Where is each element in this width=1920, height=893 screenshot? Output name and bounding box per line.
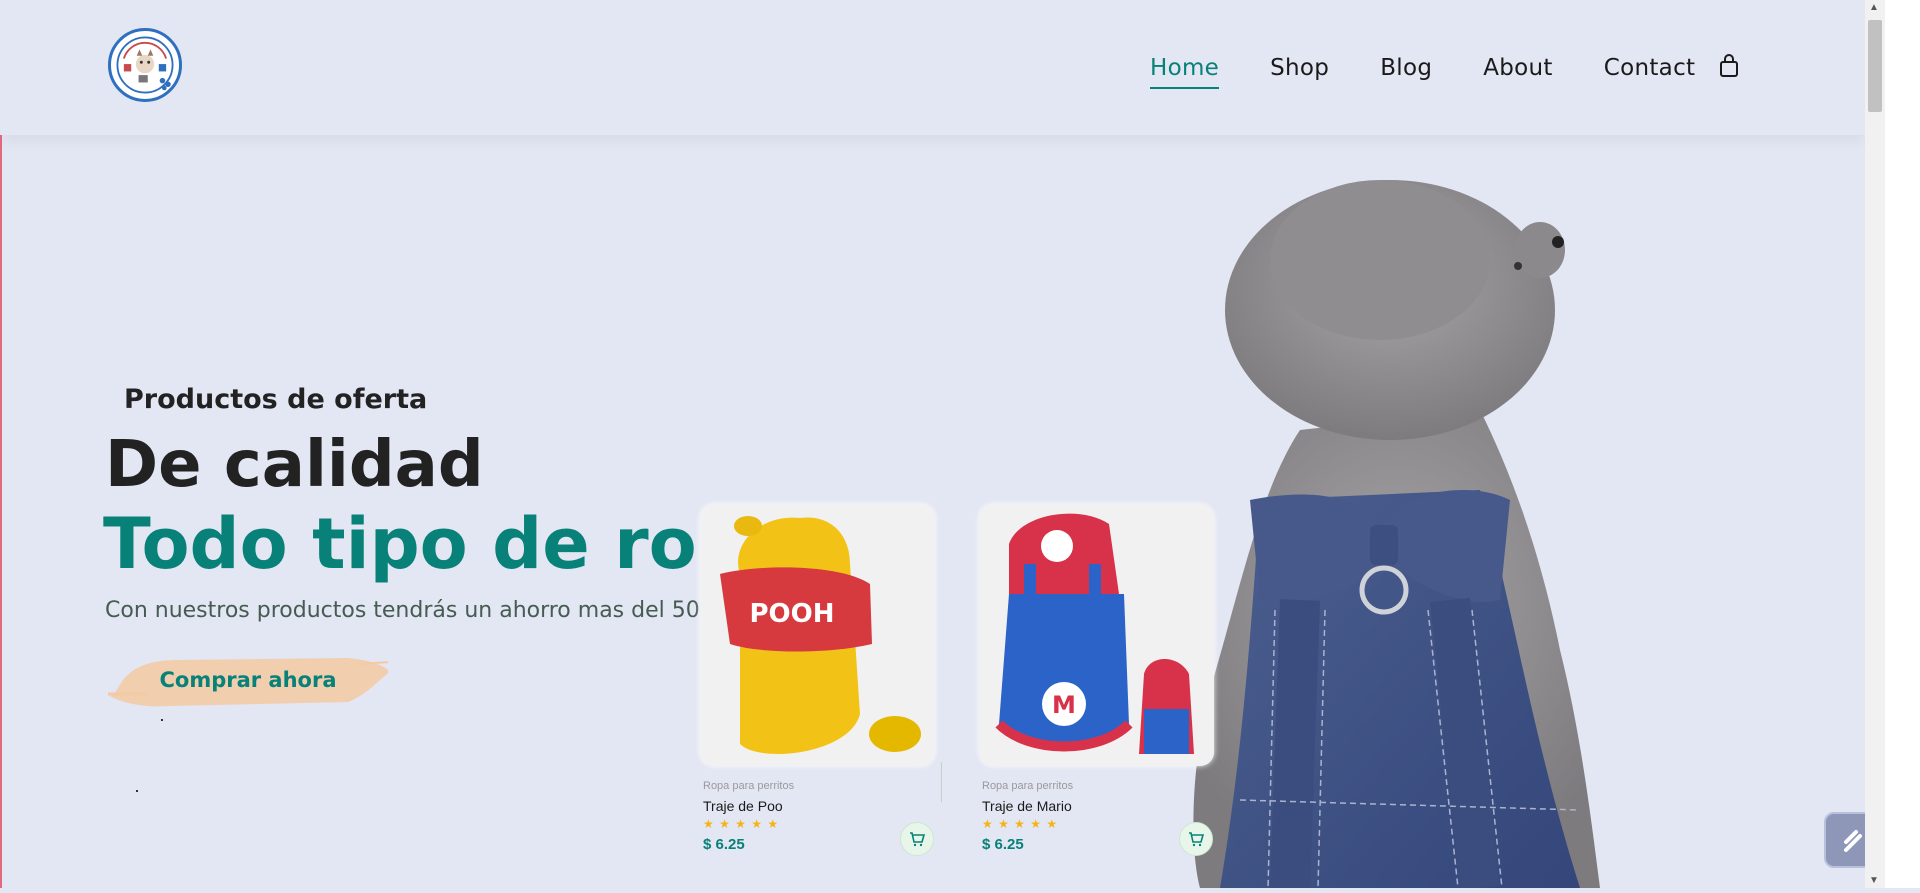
product-image-text: POOH <box>749 599 834 629</box>
hero-subtitle: Productos de oferta <box>124 384 428 415</box>
decor-dot <box>136 790 138 792</box>
add-to-cart-button[interactable] <box>1179 822 1213 856</box>
card-divider <box>941 762 942 802</box>
bolt-icon <box>1844 830 1862 852</box>
product-brand: Ropa para perritos <box>703 780 795 792</box>
site-header: Home Shop Blog About Contact <box>0 0 1865 135</box>
product-price: $ 6.25 <box>703 836 745 853</box>
decor-dot <box>161 719 163 721</box>
hero-title: De calidad <box>105 428 484 502</box>
product-card[interactable]: POOH Ropa para perritos Traje de Poo ★ ★… <box>696 500 946 888</box>
add-to-cart-button[interactable] <box>900 822 934 856</box>
nav-link-blog[interactable]: Blog <box>1380 55 1432 81</box>
nav-link-contact[interactable]: Contact <box>1604 55 1696 81</box>
product-name: Traje de Poo <box>703 798 783 814</box>
shopping-bag-icon[interactable] <box>1718 54 1740 78</box>
shop-now-button[interactable]: Comprar ahora <box>108 650 388 710</box>
scroll-thumb[interactable] <box>1868 20 1882 112</box>
shop-now-label: Comprar ahora <box>159 668 337 692</box>
product-brand: Ropa para perritos <box>982 780 1074 792</box>
nav-link-shop[interactable]: Shop <box>1270 55 1329 81</box>
hero-dog-image <box>1180 170 1630 891</box>
product-image-text: M <box>1052 691 1076 719</box>
star-rating-icon: ★ ★ ★ ★ ★ <box>703 817 780 831</box>
product-name: Traje de Mario <box>982 798 1072 814</box>
logo-emblem-icon <box>116 36 174 94</box>
hero-description: Con nuestros productos tendrás un ahorro… <box>105 598 721 623</box>
page-scrollbar[interactable]: ▲ ▼ <box>1865 0 1885 888</box>
product-image[interactable]: M <box>979 504 1214 766</box>
main-nav: Home Shop Blog About Contact <box>1150 50 1746 89</box>
scroll-up-icon[interactable]: ▲ <box>1869 2 1879 13</box>
product-price: $ 6.25 <box>982 836 1024 853</box>
site-logo[interactable] <box>108 28 182 102</box>
product-card[interactable]: M Ropa para perritos Traje de Mario ★ ★ … <box>975 500 1225 888</box>
cart-icon <box>1189 832 1204 847</box>
product-image[interactable]: POOH <box>700 504 935 766</box>
nav-link-home[interactable]: Home <box>1150 55 1220 89</box>
nav-link-about[interactable]: About <box>1483 55 1553 81</box>
hero-highlight: Todo tipo de ropa <box>103 503 795 585</box>
right-gutter <box>1885 0 1920 888</box>
cart-icon <box>910 832 925 847</box>
star-rating-icon: ★ ★ ★ ★ ★ <box>982 817 1059 831</box>
scroll-down-icon[interactable]: ▼ <box>1869 875 1879 886</box>
